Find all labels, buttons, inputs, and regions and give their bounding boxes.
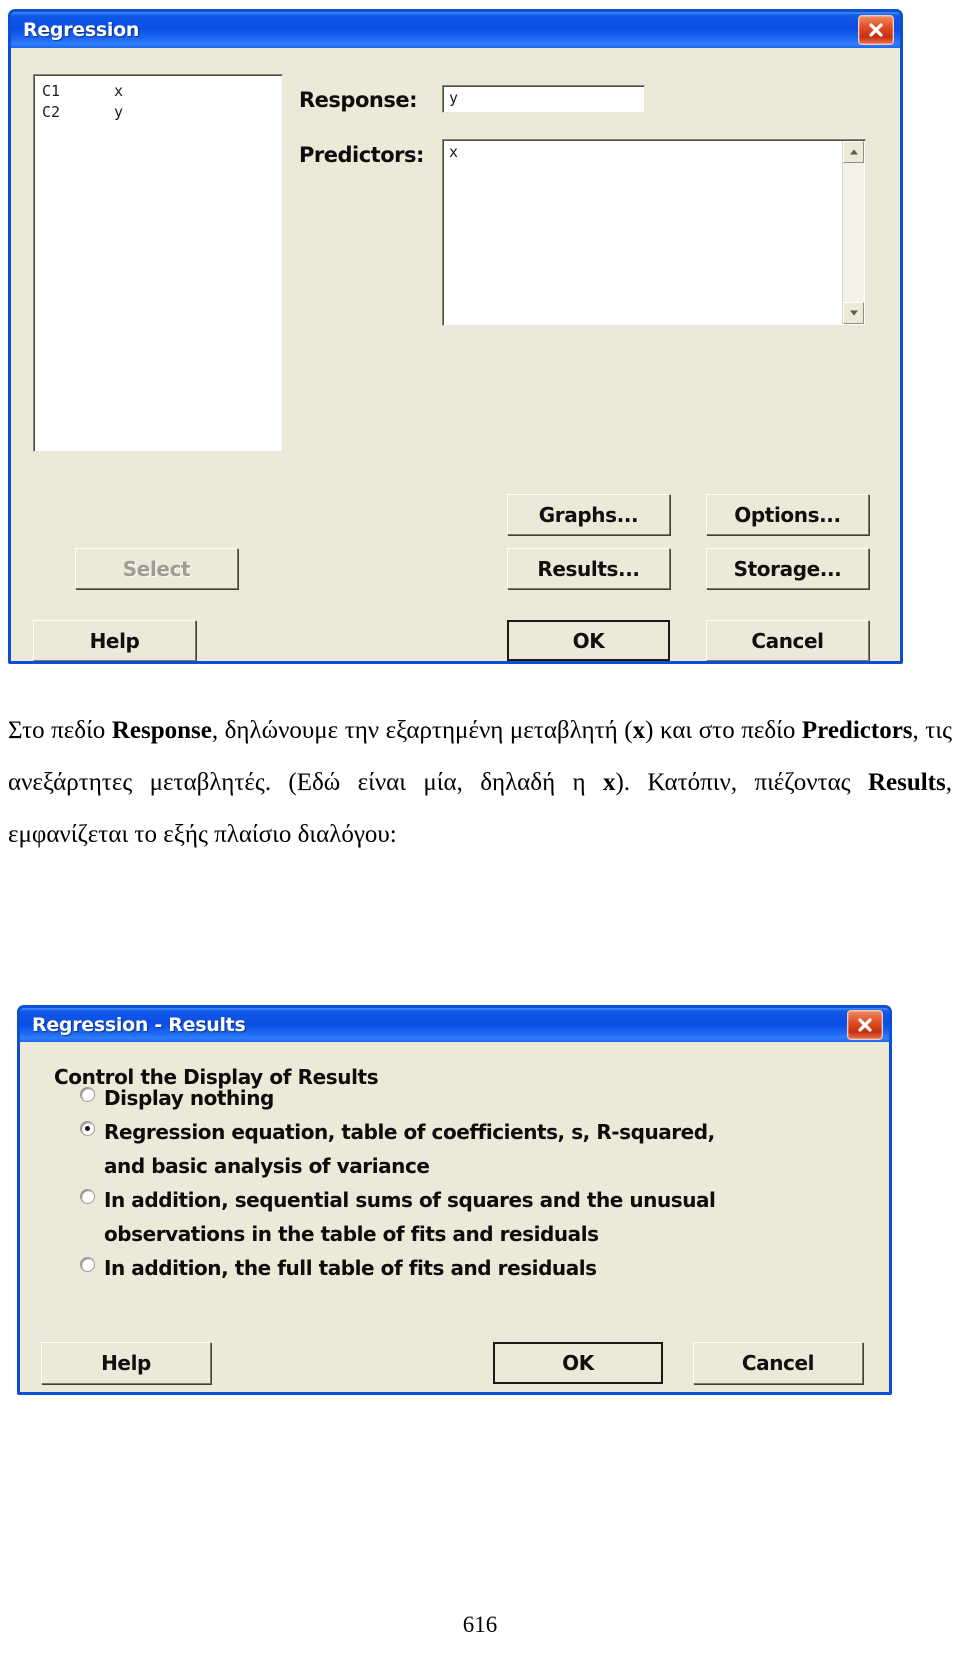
response-input[interactable]: y [442, 85, 645, 113]
select-button-label: Select [122, 556, 191, 581]
radio-label: In addition, the full table of fits and … [104, 1256, 597, 1280]
ok-button[interactable]: OK [493, 1342, 663, 1384]
variable-name: y [114, 103, 124, 121]
results-dialog-titlebar[interactable]: Regression - Results [20, 1008, 889, 1042]
cancel-button-label: Cancel [741, 1351, 815, 1375]
list-item[interactable]: C1 x [42, 81, 274, 102]
options-button-label: Options... [734, 502, 841, 527]
results-button[interactable]: Results... [507, 548, 670, 589]
radio-indicator [80, 1087, 95, 1102]
variable-name: x [114, 82, 124, 100]
results-dialog-title: Regression - Results [32, 1014, 246, 1036]
cancel-button[interactable]: Cancel [706, 620, 869, 661]
response-label: Response: [299, 88, 417, 112]
paragraph-text: , δηλώνουμε την εξαρτημένη μεταβλητή ( [211, 717, 633, 744]
help-button[interactable]: Help [33, 620, 196, 661]
paragraph-text: ) και στο πεδίο [645, 717, 802, 744]
radio-label-line2: observations in the table of fits and re… [104, 1222, 599, 1246]
cancel-button-label: Cancel [751, 628, 824, 653]
paragraph-emphasis: x [632, 717, 646, 744]
paragraph-text: Στο πεδίο [8, 717, 112, 744]
help-button-label: Help [101, 1351, 151, 1375]
radio-label: In addition, sequential sums of squares … [104, 1188, 716, 1212]
radio-label: Display nothing [104, 1086, 274, 1110]
ok-button[interactable]: OK [507, 620, 670, 661]
storage-button-label: Storage... [733, 556, 842, 581]
response-value: y [449, 89, 459, 107]
graphs-button-label: Graphs... [538, 502, 639, 527]
radio-sequential-sums[interactable]: In addition, sequential sums of squares … [80, 1183, 716, 1217]
regression-dialog-body: C1 x C2 y Response: y Predictors: x Grap… [11, 48, 900, 661]
scroll-up-icon[interactable] [843, 141, 864, 163]
paragraph-emphasis: Predictors [801, 717, 913, 744]
results-dialog-body: Control the Display of Results Display n… [20, 1042, 889, 1392]
regression-dialog-titlebar[interactable]: Regression [11, 12, 900, 48]
regression-dialog: Regression C1 x C2 y Response: y Predict… [8, 9, 903, 664]
help-button[interactable]: Help [41, 1342, 211, 1384]
predictors-input[interactable]: x [442, 139, 866, 326]
radio-label: Regression equation, table of coefficien… [104, 1120, 715, 1144]
regression-dialog-title: Regression [23, 19, 140, 41]
paragraph-emphasis: Response [111, 717, 212, 744]
graphs-button[interactable]: Graphs... [507, 494, 670, 535]
help-button-label: Help [89, 628, 140, 653]
paragraph-emphasis: Results [867, 769, 946, 796]
predictors-scrollbar[interactable] [842, 141, 864, 324]
scrollbar-track[interactable] [843, 163, 864, 302]
paragraph-text: ). Κατόπιν, πιέζοντας [615, 769, 868, 796]
regression-results-dialog: Regression - Results Control the Display… [17, 1005, 892, 1395]
radio-label-line2: and basic analysis of variance [104, 1154, 430, 1178]
body-paragraph: Στο πεδίο Response, δηλώνουμε την εξαρτη… [8, 705, 952, 861]
variable-column: C1 [42, 82, 61, 100]
ok-button-label: OK [572, 628, 605, 653]
options-button[interactable]: Options... [706, 494, 869, 535]
variable-column: C2 [42, 103, 61, 121]
ok-button-label: OK [562, 1351, 594, 1375]
radio-indicator [80, 1189, 95, 1204]
cancel-button[interactable]: Cancel [693, 1342, 863, 1384]
results-button-label: Results... [537, 556, 640, 581]
storage-button[interactable]: Storage... [706, 548, 869, 589]
radio-indicator [80, 1257, 95, 1272]
radio-display-nothing[interactable]: Display nothing [80, 1081, 274, 1115]
paragraph-emphasis: x [602, 769, 616, 796]
page-number: 616 [462, 1612, 498, 1637]
variables-listbox[interactable]: C1 x C2 y [33, 74, 283, 452]
select-button: Select [75, 548, 238, 589]
predictors-value: x [449, 143, 459, 161]
radio-regression-equation[interactable]: Regression equation, table of coefficien… [80, 1115, 715, 1149]
predictors-label: Predictors: [299, 143, 424, 167]
scroll-down-icon[interactable] [843, 302, 864, 324]
close-icon[interactable] [858, 15, 894, 45]
close-icon[interactable] [847, 1010, 883, 1040]
radio-indicator [80, 1121, 95, 1136]
radio-full-table[interactable]: In addition, the full table of fits and … [80, 1251, 597, 1285]
list-item[interactable]: C2 y [42, 102, 274, 123]
